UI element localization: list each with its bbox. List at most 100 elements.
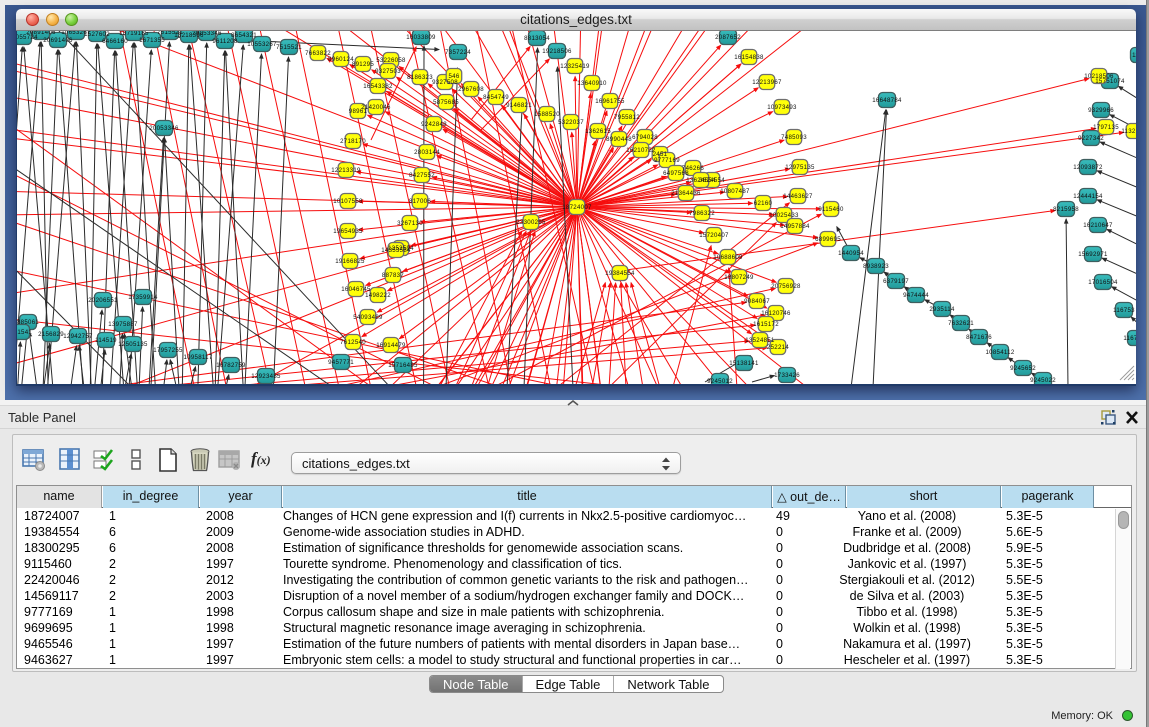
svg-text:10958117: 10958117 [183, 354, 212, 361]
svg-text:10025433: 10025433 [769, 212, 799, 219]
svg-text:9611208: 9611208 [212, 38, 238, 45]
svg-text:885061: 885061 [17, 319, 39, 326]
svg-text:9245652: 9245652 [1010, 365, 1036, 372]
svg-text:13640910: 13640910 [577, 80, 607, 87]
svg-text:8186323: 8186323 [407, 74, 433, 81]
svg-text:16154838: 16154838 [734, 54, 764, 61]
svg-text:8813054: 8813054 [524, 35, 550, 42]
svg-text:20053346: 20053346 [192, 31, 222, 37]
svg-text:391541: 391541 [17, 329, 32, 336]
svg-text:16543382: 16543382 [363, 83, 393, 90]
svg-text:10107558: 10107558 [333, 198, 363, 205]
svg-text:15720407: 15720407 [699, 232, 729, 239]
svg-text:14957884: 14957884 [780, 223, 810, 230]
svg-text:8990448: 8990448 [606, 136, 632, 143]
svg-text:1527602: 1527602 [84, 31, 110, 38]
svg-text:16782759: 16782759 [216, 362, 246, 369]
svg-text:16961755: 16961755 [595, 98, 625, 105]
svg-text:9777169: 9777169 [654, 157, 680, 164]
svg-text:15692971: 15692971 [1078, 251, 1108, 258]
svg-text:21420046: 21420046 [361, 104, 391, 111]
svg-text:1733426: 1733426 [774, 372, 800, 379]
svg-text:10688609: 10688609 [713, 254, 743, 261]
svg-text:5322037: 5322037 [558, 119, 584, 126]
svg-text:19218506: 19218506 [542, 48, 572, 55]
svg-text:8471676: 8471676 [966, 334, 992, 341]
svg-text:9327503: 9327503 [375, 68, 401, 75]
svg-text:252214: 252214 [767, 344, 789, 351]
svg-text:2967608: 2967608 [458, 86, 484, 93]
svg-text:8960124: 8960124 [328, 56, 354, 63]
svg-text:16120746: 16120746 [761, 310, 791, 317]
svg-text:12213319: 12213319 [331, 167, 361, 174]
svg-text:20891406: 20891406 [26, 31, 56, 36]
svg-text:6466160: 6466160 [102, 38, 128, 45]
svg-text:7612540: 7612540 [340, 339, 366, 346]
svg-text:21364436: 21364436 [671, 190, 701, 197]
svg-text:817006: 817006 [409, 198, 431, 205]
svg-text:114519: 114519 [95, 337, 117, 344]
svg-text:62160: 62160 [754, 200, 773, 207]
svg-text:8454749: 8454749 [483, 94, 509, 101]
svg-text:19654935: 19654935 [333, 228, 363, 235]
svg-text:9245012: 9245012 [707, 378, 733, 384]
svg-text:12444154: 12444154 [1073, 193, 1103, 200]
svg-text:7357224: 7357224 [445, 49, 471, 56]
svg-text:887837: 887837 [382, 272, 404, 279]
svg-text:16210722: 16210722 [626, 147, 656, 154]
svg-text:2935114: 2935114 [929, 306, 955, 313]
svg-text:14353584: 14353584 [381, 247, 411, 254]
svg-text:9115460: 9115460 [818, 206, 844, 213]
svg-text:1498222: 1498222 [365, 292, 391, 299]
svg-text:8427552: 8427552 [409, 172, 435, 179]
svg-text:2087652: 2087652 [715, 34, 741, 41]
svg-text:10854112: 10854112 [985, 349, 1014, 356]
svg-text:20756928: 20756928 [771, 283, 801, 290]
svg-text:16914479: 16914479 [376, 342, 406, 349]
svg-text:20053346: 20053346 [149, 125, 179, 132]
svg-text:2156829: 2156829 [38, 331, 64, 338]
svg-text:1615172: 1615172 [753, 321, 779, 328]
svg-text:12325419: 12325419 [560, 63, 590, 70]
svg-text:12975135: 12975135 [785, 164, 815, 171]
svg-text:6379197: 6379197 [883, 278, 909, 285]
svg-text:8654321: 8654321 [231, 32, 257, 39]
svg-text:9327508: 9327508 [432, 79, 458, 86]
svg-text:10553267: 10553267 [247, 41, 277, 48]
svg-text:5875685: 5875685 [433, 99, 459, 106]
svg-text:12505135: 12505135 [118, 341, 148, 348]
svg-text:9084067: 9084067 [744, 298, 770, 305]
svg-text:20206551: 20206551 [88, 297, 118, 304]
svg-text:2803144: 2803144 [414, 149, 440, 156]
svg-text:19384554: 19384554 [605, 270, 635, 277]
svg-text:9457771: 9457771 [328, 359, 354, 366]
svg-text:16033809: 16033809 [406, 34, 436, 41]
svg-text:14463627: 14463627 [783, 193, 813, 200]
svg-text:7986322: 7986322 [689, 210, 715, 217]
svg-text:10807487: 10807487 [720, 188, 750, 195]
svg-text:1362615: 1362615 [585, 128, 611, 135]
svg-text:17016504: 17016504 [1088, 279, 1118, 286]
svg-text:8938923: 8938923 [863, 263, 889, 270]
svg-text:15716485: 15716485 [388, 362, 418, 369]
svg-text:9242848: 9242848 [421, 121, 447, 128]
svg-text:10973493: 10973493 [767, 104, 797, 111]
svg-text:7632621: 7632621 [948, 320, 974, 327]
svg-text:6794028: 6794028 [632, 134, 658, 141]
svg-text:19166825: 19166825 [335, 258, 365, 265]
svg-text:1112: 1112 [1132, 52, 1136, 59]
svg-text:23300295: 23300295 [516, 219, 546, 226]
svg-text:12093872: 12093872 [1073, 164, 1103, 171]
svg-text:9245022: 9245022 [1030, 377, 1056, 384]
svg-text:16648784: 16648784 [872, 97, 902, 104]
svg-text:15138141: 15138141 [729, 360, 759, 367]
svg-text:6497568: 6497568 [663, 170, 689, 177]
svg-text:1167538: 1167538 [1123, 335, 1136, 342]
svg-text:12942757: 12942757 [63, 333, 93, 340]
svg-text:9329966: 9329966 [1088, 107, 1114, 114]
svg-text:12923485: 12923485 [251, 373, 281, 380]
svg-text:1132205: 1132205 [1121, 128, 1136, 135]
svg-text:1671355: 1671355 [139, 37, 165, 44]
svg-text:7955812: 7955812 [614, 114, 640, 121]
svg-text:8215958: 8215958 [1053, 206, 1079, 213]
